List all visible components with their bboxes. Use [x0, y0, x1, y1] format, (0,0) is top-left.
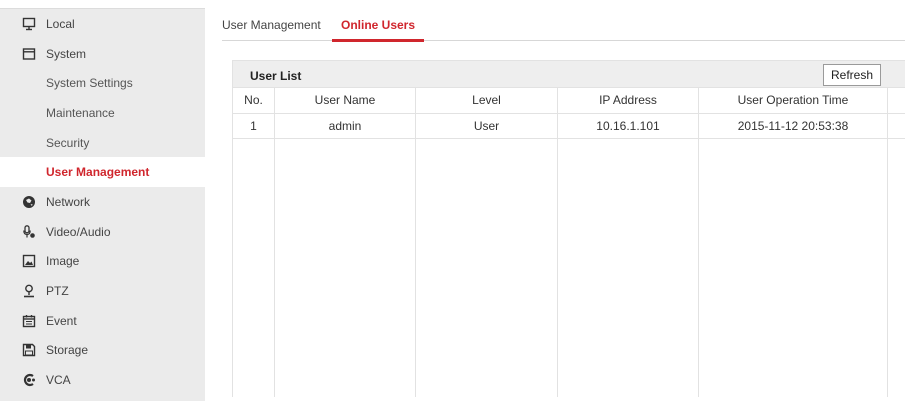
sidebar-item-label: Maintenance: [46, 105, 115, 120]
column-header-no[interactable]: No.: [232, 88, 275, 114]
column-header-level[interactable]: Level: [415, 88, 558, 114]
sidebar-item-label: Video/Audio: [46, 224, 111, 239]
sidebar-item-label: Image: [46, 254, 80, 269]
empty-cell: [274, 138, 416, 397]
empty-cell: [415, 138, 558, 397]
column-header-spacer: [887, 88, 905, 114]
column-header-operation-time[interactable]: User Operation Time: [698, 88, 888, 114]
sidebar-item-ptz[interactable]: PTZ: [0, 276, 205, 306]
sidebar-item-label: Event: [46, 313, 77, 328]
sidebar-nav: Local System System Settings Maintenance…: [0, 8, 205, 401]
network-icon: [22, 195, 36, 209]
table-empty-area: [232, 138, 905, 397]
tab-label: Online Users: [340, 18, 416, 32]
sidebar-item-label: VCA: [46, 373, 71, 388]
empty-cell: [557, 138, 699, 397]
column-header-ip-address[interactable]: IP Address: [557, 88, 699, 114]
image-icon: [22, 254, 36, 268]
sidebar-item-label: PTZ: [46, 284, 69, 299]
sidebar-item-label: Network: [46, 194, 91, 209]
sidebar-item-label: System: [46, 46, 87, 61]
sidebar-item-label: Local: [46, 16, 75, 31]
sidebar-item-security[interactable]: Security: [0, 128, 205, 158]
tab-online-users[interactable]: Online Users: [332, 17, 424, 42]
system-icon: [22, 47, 36, 61]
tab-user-management[interactable]: User Management: [222, 17, 321, 41]
sidebar-item-video-audio[interactable]: Video/Audio: [0, 217, 205, 247]
cell-ip-address: 10.16.1.101: [557, 113, 699, 139]
monitor-icon: [22, 17, 36, 31]
sidebar-item-label: Storage: [46, 343, 89, 358]
refresh-button[interactable]: Refresh: [823, 64, 881, 86]
sidebar-item-vca[interactable]: VCA: [0, 365, 205, 395]
sidebar-item-system-settings[interactable]: System Settings: [0, 68, 205, 98]
empty-cell: [887, 138, 905, 397]
column-header-user-name[interactable]: User Name: [274, 88, 416, 114]
empty-cell: [698, 138, 888, 397]
video-audio-icon: [22, 224, 36, 239]
sidebar-item-label: System Settings: [46, 76, 133, 91]
sidebar-item-maintenance[interactable]: Maintenance: [0, 98, 205, 128]
panel-header: User List Refresh: [232, 60, 905, 88]
cell-spacer: [887, 113, 905, 139]
cell-user-name: admin: [274, 113, 416, 139]
empty-cell: [232, 138, 275, 397]
sidebar-item-label: Security: [46, 135, 90, 150]
sidebar-item-system[interactable]: System: [0, 39, 205, 69]
sidebar-item-event[interactable]: Event: [0, 306, 205, 336]
cell-operation-time: 2015-11-12 20:53:38: [698, 113, 888, 139]
tab-bar: User Management Online Users: [222, 17, 905, 42]
cell-level: User: [415, 113, 558, 139]
sidebar-item-user-management[interactable]: User Management: [0, 157, 205, 188]
sidebar-item-network[interactable]: Network: [0, 187, 205, 217]
panel-title: User List: [250, 69, 302, 83]
sidebar-item-image[interactable]: Image: [0, 247, 205, 277]
user-list-panel: User List Refresh No. User Name Level IP…: [232, 60, 905, 401]
vca-icon: [22, 373, 36, 387]
sidebar-item-label: User Management: [46, 165, 150, 180]
sidebar-item-local[interactable]: Local: [0, 9, 205, 39]
online-users-table: No. User Name Level IP Address User Oper…: [232, 88, 905, 397]
ptz-icon: [22, 284, 36, 298]
table-header-row: No. User Name Level IP Address User Oper…: [232, 88, 905, 114]
event-icon: [22, 314, 36, 328]
table-row[interactable]: 1 admin User 10.16.1.101 2015-11-12 20:5…: [232, 113, 905, 139]
cell-no: 1: [232, 113, 275, 139]
storage-icon: [22, 343, 36, 357]
active-tab-indicator: [332, 39, 424, 42]
sidebar-item-storage[interactable]: Storage: [0, 336, 205, 366]
